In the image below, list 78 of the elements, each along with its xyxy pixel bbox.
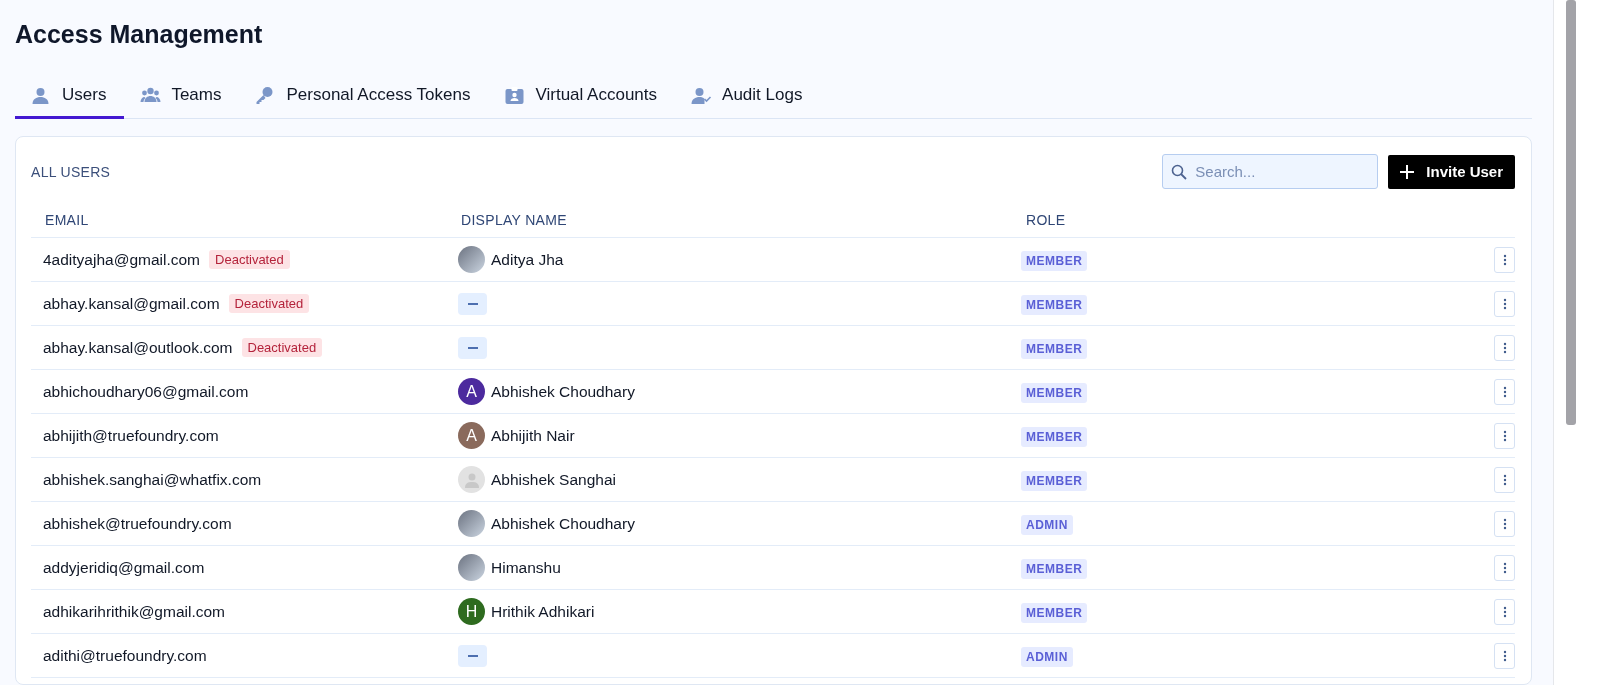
id-badge-icon xyxy=(504,85,526,105)
initial-avatar: H xyxy=(458,598,485,625)
status-badge: Deactivated xyxy=(241,338,323,357)
status-badge: Deactivated xyxy=(209,250,290,269)
email-text: abhichoudhary06@gmail.com xyxy=(43,382,249,401)
empty-name-chip xyxy=(458,644,487,667)
role-badge: ADMIN xyxy=(1021,646,1073,667)
more-options-button[interactable] xyxy=(1494,378,1515,405)
email-text: abhay.kansal@gmail.com xyxy=(43,294,220,313)
email-text: addyjeridiq@gmail.com xyxy=(43,558,205,577)
display-name-text: Hrithik Adhikari xyxy=(491,602,595,621)
empty-name-chip xyxy=(458,292,487,315)
user-check-icon xyxy=(691,85,713,105)
role-badge: MEMBER xyxy=(1021,382,1088,403)
invite-user-button[interactable]: Invite User xyxy=(1388,154,1515,189)
role-badge: MEMBER xyxy=(1021,602,1088,623)
tab[interactable]: Personal Access Tokens xyxy=(239,77,489,119)
page-title: Access Management xyxy=(15,20,264,49)
display-name-text: Aditya Jha xyxy=(491,250,564,269)
kebab-icon xyxy=(1502,473,1507,486)
status-badge: Deactivated xyxy=(228,294,310,313)
section-title: ALL USERS xyxy=(31,163,112,180)
display-name-text: Abhishek Choudhary xyxy=(491,514,635,533)
kebab-icon xyxy=(1502,385,1507,398)
tab[interactable]: Virtual Accounts xyxy=(488,77,676,119)
column-header: EMAIL xyxy=(44,212,90,228)
email-text: adithi@truefoundry.com xyxy=(43,646,207,665)
column-header: DISPLAY NAME xyxy=(460,212,568,228)
display-name-text: Abhijith Nair xyxy=(491,426,575,445)
more-options-button[interactable] xyxy=(1494,334,1515,361)
initial-avatar: A xyxy=(458,422,485,449)
more-options-button[interactable] xyxy=(1494,246,1515,273)
display-name-text: Himanshu xyxy=(491,558,561,577)
kebab-icon xyxy=(1502,605,1507,618)
email-text: abhishek@truefoundry.com xyxy=(43,514,232,533)
kebab-icon xyxy=(1502,253,1507,266)
display-name-text: Abhishek Choudhary xyxy=(491,382,635,401)
role-badge: MEMBER xyxy=(1021,470,1088,491)
email-text: abhishek.sanghai@whatfix.com xyxy=(43,470,262,489)
more-options-button[interactable] xyxy=(1494,290,1515,317)
email-text: abhay.kansal@outlook.com xyxy=(43,338,233,357)
silhouette-avatar xyxy=(458,466,485,493)
role-badge: MEMBER xyxy=(1021,426,1088,447)
email-text: abhijith@truefoundry.com xyxy=(43,426,219,445)
initial-avatar: A xyxy=(458,378,485,405)
kebab-icon xyxy=(1502,297,1507,310)
tab[interactable]: Users xyxy=(15,77,125,119)
more-options-button[interactable] xyxy=(1494,598,1515,625)
kebab-icon xyxy=(1502,561,1507,574)
kebab-icon xyxy=(1502,341,1507,354)
kebab-icon xyxy=(1502,429,1507,442)
column-header: ROLE xyxy=(1025,212,1067,228)
email-text: 4adityajha@gmail.com xyxy=(43,250,201,269)
photo-placeholder xyxy=(458,510,485,537)
tab[interactable]: Teams xyxy=(124,77,240,119)
team-icon xyxy=(140,85,162,105)
search-icon xyxy=(1171,164,1188,180)
photo-placeholder xyxy=(458,554,485,581)
more-options-button[interactable] xyxy=(1494,642,1515,669)
kebab-icon xyxy=(1502,649,1507,662)
email-text: adhikarihrithik@gmail.com xyxy=(43,602,225,621)
empty-name-chip xyxy=(458,336,487,359)
plus-icon xyxy=(1400,164,1415,179)
role-badge: MEMBER xyxy=(1021,338,1088,359)
role-badge: MEMBER xyxy=(1021,250,1088,271)
kebab-icon xyxy=(1502,517,1507,530)
display-name-text: Abhishek Sanghai xyxy=(491,470,616,489)
more-options-button[interactable] xyxy=(1494,554,1515,581)
more-options-button[interactable] xyxy=(1494,422,1515,449)
photo-placeholder xyxy=(458,246,485,273)
scrollbar[interactable] xyxy=(1553,0,1600,685)
role-badge: MEMBER xyxy=(1021,558,1088,579)
role-badge: MEMBER xyxy=(1021,294,1088,315)
role-badge: ADMIN xyxy=(1021,514,1073,535)
search-field[interactable]: Search... xyxy=(1162,154,1379,189)
more-options-button[interactable] xyxy=(1494,466,1515,493)
more-options-button[interactable] xyxy=(1494,510,1515,537)
tab[interactable]: Audit Logs xyxy=(675,77,821,119)
